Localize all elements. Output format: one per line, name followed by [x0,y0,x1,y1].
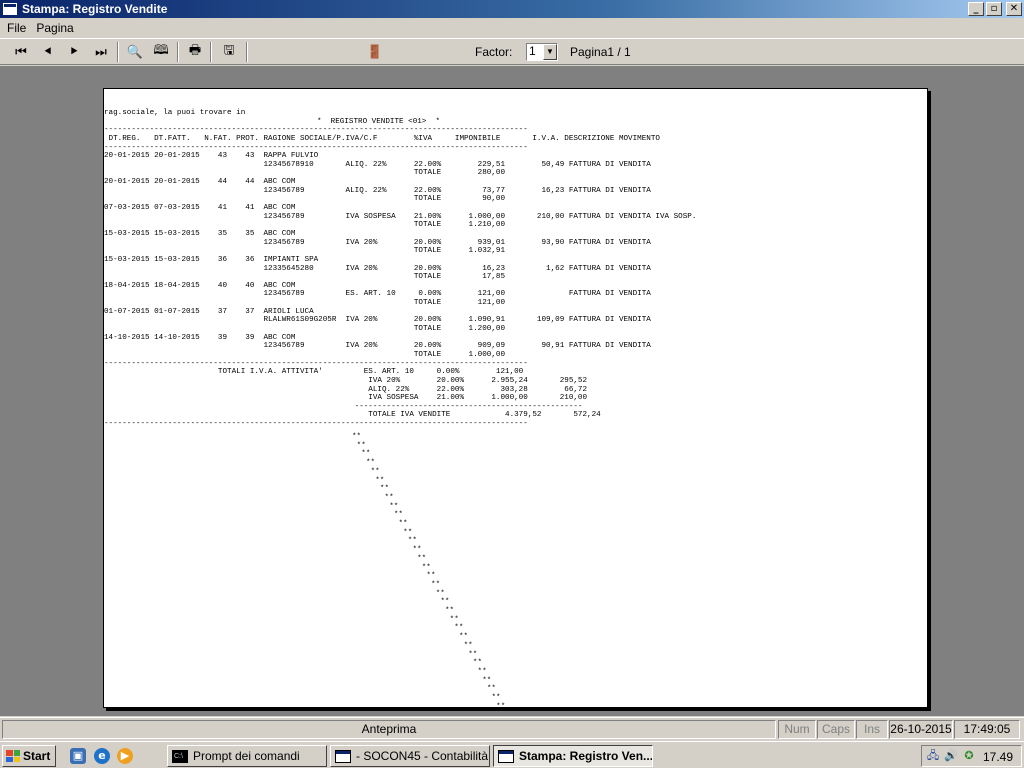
star-mark: ** [440,598,450,607]
star-mark: ** [426,572,436,581]
star-mark: ** [482,676,492,685]
star-mark: ** [454,624,464,633]
network-icon[interactable]: 🖧 [926,749,940,763]
toolbar-separator [117,42,119,62]
print-icon[interactable]: 🖶 [184,41,206,63]
star-staircase: ** ** ** ** ** ** ** ** ** ** ** ** ** ** ** ** ** ** ** **… [104,89,927,708]
star-mark: ** [449,615,459,624]
task-prompt[interactable]: C:\ Prompt dei comandi [167,745,327,767]
star-mark: ** [463,641,473,650]
star-mark: ** [491,694,501,702]
preview-area[interactable]: rag.sociale, la puoi trovare in * REGISTR… [0,66,1024,716]
star-mark: ** [393,511,403,520]
minimize-button[interactable]: _ [968,2,984,16]
factor-label: Factor: [475,45,513,59]
prev-page-icon[interactable]: ⯇ [37,41,59,63]
status-ins: Ins [856,720,888,739]
star-mark: ** [435,589,445,598]
two-pages-icon[interactable]: 🕮 [150,41,172,63]
next-page-icon[interactable]: ⯈ [63,41,85,63]
page-indicator: Pagina1 / 1 [570,45,631,59]
star-mark: ** [352,433,362,441]
volume-icon[interactable]: 🔊 [944,749,958,763]
task-socon45[interactable]: - SOCON45 - Contabilità ... [330,745,490,767]
star-mark: ** [472,659,483,668]
star-mark: ** [398,520,408,528]
cmd-icon: C:\ [172,749,188,763]
toolbar-separator [177,42,179,62]
menu-file[interactable]: File [2,21,31,35]
star-mark: ** [361,450,371,459]
menu-pagina[interactable]: Pagina [31,21,78,35]
tray-clock: 17.49 [982,750,1013,764]
factor-select[interactable]: 1 ▼ [526,43,558,61]
menu-bar: File Pagina [0,19,1024,37]
last-page-icon[interactable]: ⏭ [90,41,112,63]
star-mark: ** [403,528,413,537]
status-time: 17:49:05 [954,720,1020,739]
task-label: Prompt dei comandi [193,749,300,763]
star-mark: ** [356,441,366,450]
star-mark: ** [477,667,487,676]
zoom-icon[interactable]: 🔍 [124,41,146,63]
star-mark: ** [486,685,496,694]
toolbar: ⏮ ⯇ ⯈ ⏭ 🔍 🕮 🖶 🖫 🚪 Factor: 1 ▼ Pagina1 / … [0,38,1024,65]
star-mark: ** [431,580,441,589]
star-mark: ** [379,485,390,494]
status-date: 26-10-2015 [889,720,953,739]
report-page: rag.sociale, la puoi trovare in * REGISTR… [103,88,928,708]
status-bar: Anteprima Num Caps Ins 26-10-2015 17:49:… [0,717,1024,740]
start-label: Start [23,749,51,763]
taskbar: Start ▣ e ▶ C:\ Prompt dei comandi - SOC… [0,741,1024,768]
start-button[interactable]: Start [2,745,56,767]
export-icon[interactable]: 🖫 [218,41,240,63]
exit-icon[interactable]: 🚪 [364,41,386,63]
task-label: Stampa: Registro Ven... [519,749,653,763]
app-window-icon [3,3,17,15]
star-mark: ** [384,493,394,502]
star-mark: ** [375,476,385,485]
window-icon [498,749,514,763]
status-main: Anteprima [2,720,776,739]
first-page-icon[interactable]: ⏮ [10,41,32,63]
toolbar-separator [246,42,248,62]
star-mark: ** [365,459,376,468]
windows-flag-icon [6,750,20,762]
restore-button[interactable]: ▫ [986,2,1002,16]
media-player-icon[interactable]: ▶ [117,748,133,764]
chevron-down-icon[interactable]: ▼ [543,44,557,60]
toolbar-separator [210,42,212,62]
close-button[interactable]: ✕ [1006,2,1022,16]
star-mark: ** [421,563,431,572]
window-title-bar[interactable]: Stampa: Registro Vendite _ ▫ ✕ [0,0,1024,18]
window-icon [335,749,351,763]
security-icon[interactable]: ✪ [962,749,976,763]
internet-explorer-icon[interactable]: e [94,748,110,764]
star-mark: ** [389,502,399,511]
star-mark: ** [496,702,506,708]
star-mark: ** [370,467,380,476]
star-mark: ** [417,554,427,563]
factor-value: 1 [529,44,536,58]
system-tray: 🖧 🔊 ✪ 17.49 [921,745,1022,767]
window-title: Stampa: Registro Vendite [22,2,168,16]
show-desktop-icon[interactable]: ▣ [70,748,86,764]
task-label: - SOCON45 - Contabilità ... [356,749,490,763]
star-mark: ** [407,537,417,546]
star-mark: ** [412,546,422,555]
task-stampa[interactable]: Stampa: Registro Ven... [493,745,653,767]
star-mark: ** [468,650,478,659]
star-mark: ** [458,633,469,642]
star-mark: ** [445,607,455,615]
status-num: Num [778,720,816,739]
status-caps: Caps [817,720,855,739]
